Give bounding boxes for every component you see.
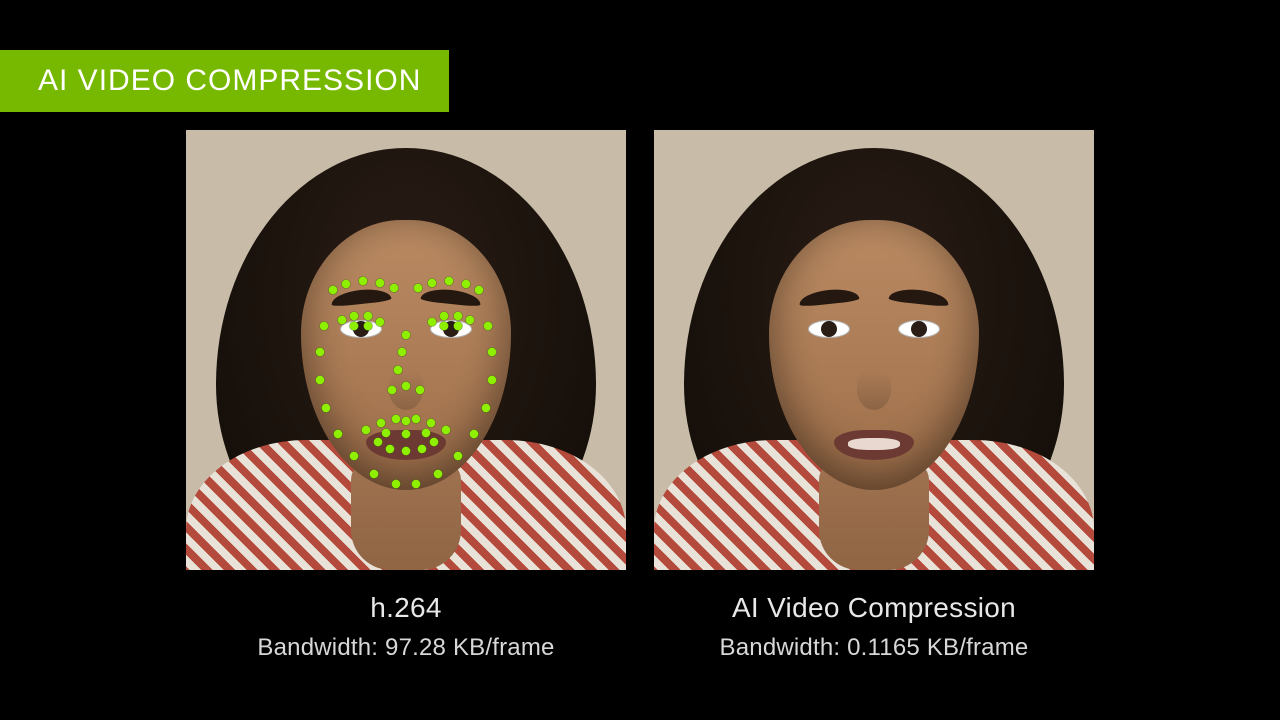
comparison-slide: AI VIDEO COMPRESSION h.264 Bandwidth: 97… (0, 0, 1280, 720)
slide-title-chip: AI VIDEO COMPRESSION (0, 50, 449, 112)
panel-ai: AI Video Compression Bandwidth: 0.1165 K… (654, 130, 1094, 662)
codec-label-right: AI Video Compression (720, 592, 1029, 624)
panel-h264: h.264 Bandwidth: 97.28 KB/frame (186, 130, 626, 662)
comparison-row: h.264 Bandwidth: 97.28 KB/frame AI Video… (186, 130, 1094, 662)
video-frame-right (654, 130, 1094, 570)
video-frame-left (186, 130, 626, 570)
portrait-nose (857, 370, 891, 410)
portrait-eye-left (340, 320, 382, 338)
bandwidth-label-left: Bandwidth: 97.28 KB/frame (257, 634, 554, 662)
caption-right: AI Video Compression Bandwidth: 0.1165 K… (720, 592, 1029, 662)
codec-label-left: h.264 (257, 592, 554, 624)
portrait-eye-right (430, 320, 472, 338)
slide-title: AI VIDEO COMPRESSION (38, 64, 421, 97)
caption-left: h.264 Bandwidth: 97.28 KB/frame (257, 592, 554, 662)
portrait-eye-left (808, 320, 850, 338)
portrait-eye-right (898, 320, 940, 338)
bandwidth-label-right: Bandwidth: 0.1165 KB/frame (720, 634, 1029, 662)
portrait-nose (389, 370, 423, 410)
